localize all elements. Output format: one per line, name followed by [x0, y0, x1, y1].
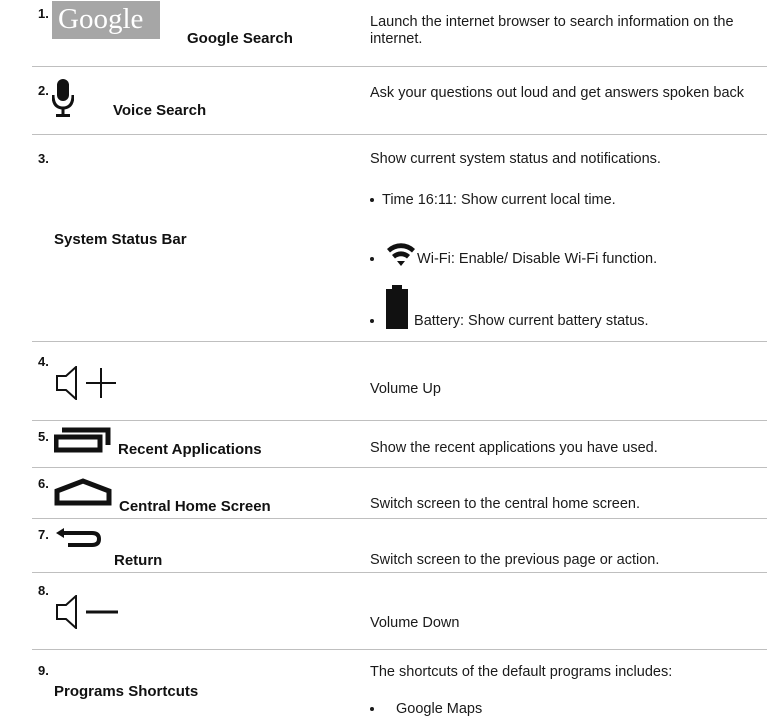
bullet-text: Battery: Show current battery status.	[414, 313, 649, 329]
item-name: Programs Shortcuts	[54, 683, 199, 700]
bullet-text: Google Maps	[396, 701, 483, 717]
recent-apps-icon[interactable]	[54, 427, 112, 453]
row-volume-up: 4. Volume Up	[32, 342, 767, 421]
row-number: 9.	[38, 663, 49, 678]
row-number: 8.	[38, 583, 49, 598]
row-recent-applications: 5. Recent Applications Show the recent a…	[32, 421, 767, 468]
row-number: 6.	[38, 476, 49, 491]
wifi-icon	[387, 243, 416, 266]
item-description: Volume Down	[370, 615, 460, 631]
row-number: 5.	[38, 429, 49, 444]
item-description: Show the recent applications you have us…	[370, 440, 658, 456]
row-number: 3.	[38, 151, 49, 166]
row-number: 1.	[38, 6, 49, 21]
row-number: 7.	[38, 527, 49, 542]
home-icon[interactable]	[54, 478, 112, 506]
battery-icon	[386, 285, 409, 329]
item-name: Recent Applications	[118, 441, 262, 458]
row-central-home-screen: 6. Central Home Screen Switch screen to …	[32, 468, 767, 519]
bullet-text: Time 16:11: Show current local time.	[382, 192, 616, 208]
row-system-status-bar: 3. System Status Bar Show current system…	[32, 135, 767, 342]
item-name: Google Search	[187, 30, 293, 47]
item-name: System Status Bar	[54, 231, 187, 248]
row-volume-down: 8. Volume Down	[32, 573, 767, 650]
volume-up-icon[interactable]	[56, 366, 128, 400]
row-programs-shortcuts: 9. Programs Shortcuts The shortcuts of t…	[32, 650, 767, 721]
row-return: 7. Return Switch screen to the previous …	[32, 519, 767, 573]
row-number: 4.	[38, 354, 49, 369]
item-description: Switch screen to the central home screen…	[370, 496, 640, 512]
row-google-search: 1. Google Google Search Launch the inter…	[32, 0, 767, 67]
item-description: Switch screen to the previous page or ac…	[370, 552, 660, 568]
back-icon[interactable]	[54, 527, 102, 549]
item-description: Ask your questions out loud and get answ…	[370, 85, 745, 101]
status-bullet-time: Time 16:11: Show current local time.	[370, 192, 616, 208]
item-name: Return	[114, 552, 163, 569]
row-number: 2.	[38, 83, 49, 98]
item-description: The shortcuts of the default programs in…	[370, 664, 673, 680]
item-name: Central Home Screen	[119, 498, 271, 515]
item-description: Show current system status and notificat…	[370, 151, 661, 167]
status-bullet-wifi: Wi-Fi: Enable/ Disable Wi-Fi function.	[370, 241, 657, 267]
volume-down-icon[interactable]	[56, 595, 128, 629]
item-name: Voice Search	[113, 102, 207, 119]
microphone-icon[interactable]	[52, 79, 74, 119]
row-voice-search: 2. Voice Search Ask your questions out l…	[32, 67, 767, 135]
bullet-text: Wi-Fi: Enable/ Disable Wi-Fi function.	[417, 251, 658, 267]
item-description: Volume Up	[370, 381, 441, 397]
status-bullet-battery: Battery: Show current battery status.	[370, 285, 649, 329]
item-description: Launch the internet browser to search in…	[370, 14, 734, 47]
google-logo[interactable]: Google	[52, 1, 160, 39]
shortcut-bullet-google-maps: Google Maps	[370, 701, 482, 717]
